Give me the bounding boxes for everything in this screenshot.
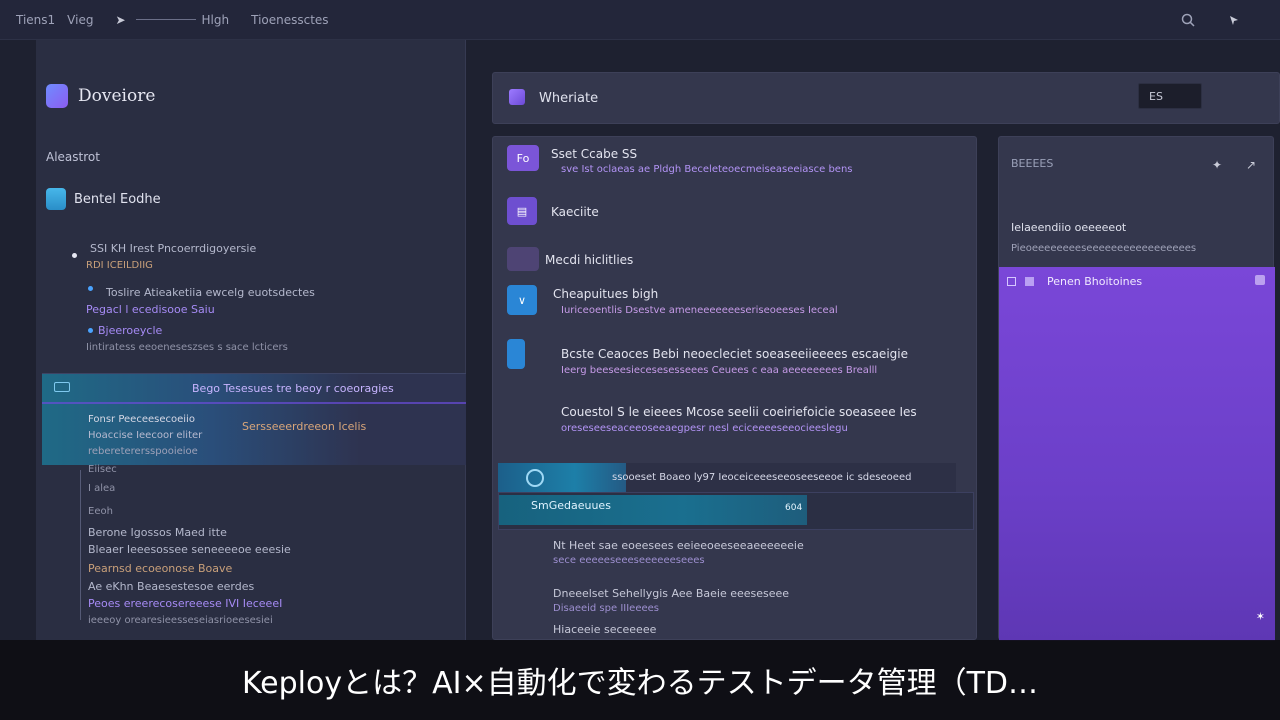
card-title[interactable]: Couestol S le eieees Mcose seelii coeiri…: [561, 405, 917, 419]
pointer-icon: ➤: [115, 12, 126, 27]
card-title[interactable]: Mecdi hiclitlies: [545, 253, 633, 267]
cursor-icon[interactable]: [1224, 10, 1244, 30]
tree-item[interactable]: Ae eKhn Beaesestesoe eerdes: [88, 580, 254, 593]
sidebar-item-label: Bentel Eodhe: [74, 191, 161, 207]
card-subtitle: Iuriceoentlis Dsestve ameneeeeeeeseriseo…: [561, 305, 838, 316]
tree-item-sub: Pegacl l ecedisooe Saiu: [86, 303, 215, 316]
topbar-item-2[interactable]: Vieg: [67, 13, 93, 27]
tree-item-sub: Iintiratess eeoeneseszses s sace lcticer…: [86, 342, 288, 353]
tree-item[interactable]: Toslire Atieaketiia ewcelg euotsdectes: [106, 286, 315, 299]
card-subtitle: sve Ist oclaeas ae Pldgh Beceleteoecmeis…: [561, 164, 853, 175]
card-subtitle: oreseseeseaceeoseeaegpesr nesl eciceeees…: [561, 423, 848, 434]
panel-section-title: Ielaeendiio oeeeeeot: [1011, 221, 1127, 234]
logo-icon: [46, 84, 68, 108]
active-item-line: rebereterersspooieioe: [88, 446, 198, 457]
workspace-icon: [509, 89, 525, 105]
tree-item[interactable]: Eeoh: [88, 506, 113, 517]
tree-item[interactable]: SSI KH Irest Pncoerrdigoyersie: [90, 242, 256, 255]
brand-row[interactable]: Doveiore: [46, 84, 155, 108]
caption-text: Keployとは？AI×自動化で変わるテストデータ管理（TD…: [241, 666, 1039, 701]
tree-item[interactable]: I alea: [88, 483, 115, 494]
checkbox-icon[interactable]: [1007, 277, 1016, 286]
workspace-field[interactable]: ES: [1138, 83, 1202, 109]
document-icon: Fo: [507, 145, 539, 171]
top-bar: Tiens1 Vieg ➤ Hlgh Tioenessctes: [0, 0, 1280, 40]
tree-guide-line: [80, 470, 81, 620]
panel-highlight[interactable]: Penen Bhoitoines ✶: [999, 267, 1275, 641]
search-icon[interactable]: [1178, 10, 1198, 30]
tree-item[interactable]: Berone Igossos Maed itte: [88, 526, 227, 539]
sidebar: Doveiore Aleastrot Bentel Eodhe SSI KH I…: [36, 40, 466, 640]
execution-bar[interactable]: SmGedaeuues 604: [498, 492, 974, 530]
active-item-line: Fonsr Peeceesecoeiio: [88, 414, 195, 425]
topbar-item-1[interactable]: Tiens1: [16, 13, 55, 27]
panel-heading: BEEEES: [1011, 157, 1054, 170]
topbar-item-3[interactable]: Hlgh: [202, 13, 230, 27]
caption-bar: Keployとは？AI×自動化で変わるテストデータ管理（TD…: [0, 640, 1280, 720]
progress-fill: [498, 463, 627, 493]
task-subtitle: Disaeeid spe IIIeeees: [553, 603, 659, 614]
workspace-header: Wheriate ES: [492, 72, 1280, 124]
progress-text: ssooeset Boaeo ly97 Ieoceiceeeseeoseesee…: [612, 472, 912, 483]
task-item[interactable]: Dneeelset Sehellygis Aee Baeie eeeseseee…: [553, 587, 789, 614]
tree-item[interactable]: Peoes ereerecosereeese IVI IeceeeI: [88, 597, 282, 610]
tag-icon: [507, 247, 539, 271]
tree-item[interactable]: Eiisec: [88, 464, 117, 475]
expand-icon[interactable]: ↗: [1241, 155, 1261, 175]
task-subtitle: sece eeeeeseeeseeeeeeseees: [553, 555, 705, 566]
card-list: Fo Sset Ccabe SS sve Ist oclaeas ae Pldg…: [492, 136, 977, 640]
task-item[interactable]: Hiaceeie seceeeee: [553, 623, 656, 636]
file-icon: ▤: [507, 197, 537, 225]
active-divider: [42, 402, 466, 404]
workspace-title: Wheriate: [539, 91, 599, 106]
card-subtitle: Ieerg beeseesiecesesesseees Ceuees c eaa…: [561, 365, 878, 376]
square-icon: [1025, 277, 1034, 286]
corner-icon: [1255, 275, 1265, 285]
tree-item[interactable]: ieeeoy orearesieesseseiasrioeesesiei: [88, 615, 273, 626]
folder-icon: [54, 382, 70, 392]
pin-icon[interactable]: ✦: [1207, 155, 1227, 175]
tree-item-sub: RDI ICEILDIIG: [86, 260, 153, 271]
card-title[interactable]: Cheapuitues bigh: [553, 287, 658, 301]
active-item-line: Sersseeerdreeon Icelis: [242, 420, 367, 433]
task-title: Hiaceeie seceeeee: [553, 623, 657, 636]
tree-node-icon: [72, 253, 77, 258]
sidebar-item-main[interactable]: Bentel Eodhe: [46, 188, 161, 210]
panel-section-subtitle: Pieoeeeeeeeeseeeeeeeeeeeeeeeees: [1011, 243, 1197, 254]
chevron-down-icon: ∨: [507, 285, 537, 315]
refresh-icon: [526, 469, 544, 487]
brand-name: Doveiore: [78, 86, 156, 106]
task-item[interactable]: Nt Heet sae eoeesees eeieeoeeseeaeeeeeei…: [553, 539, 804, 566]
tree-node-icon: [88, 328, 93, 333]
task-title: Nt Heet sae eoeesees eeieeoeeseeaeeeeeei…: [553, 539, 804, 552]
highlight-title: Penen Bhoitoines: [1047, 275, 1143, 288]
card-title[interactable]: Kaeciite: [551, 205, 599, 219]
card-title[interactable]: Sset Ccabe SS: [551, 147, 637, 161]
execution-badge: 604: [785, 503, 803, 513]
sidebar-section-title: Aleastrot: [46, 150, 100, 164]
task-title: Dneeelset Sehellygis Aee Baeie eeeseseee: [553, 587, 790, 600]
execution-label: SmGedaeuues: [531, 499, 611, 512]
bookmark-icon: [507, 339, 525, 369]
star-icon: ✶: [1255, 610, 1265, 623]
tree-item[interactable]: Bleaer Ieeesossee seneeeeoe eeesie: [88, 543, 291, 556]
sidebar-active-item[interactable]: Bego Tesesues tre beoy r coeoragies Fons…: [42, 373, 466, 465]
card-title[interactable]: Bcste Ceaoces Bebi neoecleciet soeaseeii…: [561, 347, 908, 361]
divider: [135, 19, 196, 20]
topbar-item-4[interactable]: Tioenessctes: [251, 13, 328, 27]
progress-row[interactable]: ssooeset Boaeo ly97 Ieoceiceeeseeoseesee…: [498, 463, 956, 493]
tree-item[interactable]: Bjeeroeycle: [98, 324, 162, 337]
tree-item[interactable]: Pearnsd ecoeonose Boave: [88, 562, 232, 575]
active-item-line: Hoaccise Ieecoor eliter: [88, 430, 203, 441]
panel-actions: ✦ ↗: [1207, 155, 1261, 175]
tree-node-icon: [88, 286, 93, 291]
right-panel: BEEEES ✦ ↗ Ielaeendiio oeeeeeot Pieoeeee…: [998, 136, 1275, 641]
active-item-title: Bego Tesesues tre beoy r coeoragies: [192, 382, 394, 395]
database-icon: [46, 188, 66, 210]
